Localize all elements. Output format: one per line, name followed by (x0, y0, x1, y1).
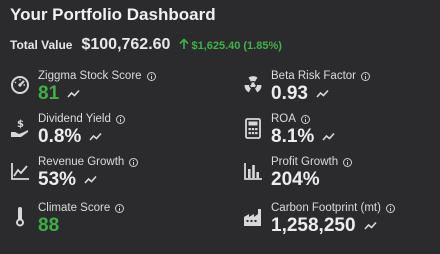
metric-value: 0.8% (38, 126, 102, 148)
metric-value: 1,258,250 (271, 215, 377, 237)
total-value-label: Total Value (10, 38, 73, 52)
line-chart-icon (10, 160, 30, 182)
gauge-icon (10, 74, 30, 96)
info-icon[interactable] (115, 114, 125, 124)
metric-label: Beta Risk Factor (271, 70, 370, 82)
bar-chart-icon (243, 160, 263, 182)
radiation-icon (243, 74, 263, 96)
svg-text:$: $ (17, 119, 24, 130)
total-value-row: Total Value $100,762.60 $1,625.40 (1.85%… (10, 36, 282, 54)
trend-icon[interactable] (67, 89, 80, 99)
metric-value: 88 (38, 215, 60, 236)
info-icon[interactable] (343, 157, 353, 167)
trend-icon[interactable] (316, 89, 329, 99)
metric-value: 81 (38, 83, 80, 105)
metric-value: 204% (271, 169, 320, 190)
trend-icon[interactable] (322, 132, 335, 142)
calculator-icon (243, 117, 263, 139)
metric-value: 0.93 (271, 83, 329, 105)
thermometer-icon (10, 206, 30, 228)
info-icon[interactable] (300, 114, 310, 124)
metric-label: Ziggma Stock Score (38, 70, 156, 82)
trend-icon[interactable] (84, 175, 97, 185)
metric-label: Climate Score (38, 202, 125, 214)
info-icon[interactable] (146, 71, 156, 81)
page-title: Your Portfolio Dashboard (10, 5, 216, 24)
info-icon[interactable] (361, 71, 370, 81)
metric-value: 53% (38, 169, 97, 191)
change-percent: (1.85%) (243, 40, 282, 52)
metric-label: Dividend Yield (38, 113, 125, 125)
factory-icon (243, 206, 263, 228)
dollar-hand-icon: $ (10, 117, 30, 139)
info-icon[interactable] (129, 157, 139, 167)
metric-label: Carbon Footprint (mt) (271, 202, 395, 214)
metric-label: Revenue Growth (38, 156, 139, 168)
info-icon[interactable] (385, 203, 395, 213)
metric-label: ROA (271, 113, 310, 125)
arrow-up-icon (178, 37, 190, 49)
total-value-amount: $100,762.60 (81, 36, 171, 53)
metric-value: 8.1% (271, 126, 335, 148)
change-amount: $1,625.40 (191, 40, 241, 52)
trend-icon[interactable] (89, 132, 102, 142)
info-icon[interactable] (115, 203, 125, 213)
metric-label: Profit Growth (271, 156, 353, 168)
trend-icon[interactable] (363, 221, 377, 231)
